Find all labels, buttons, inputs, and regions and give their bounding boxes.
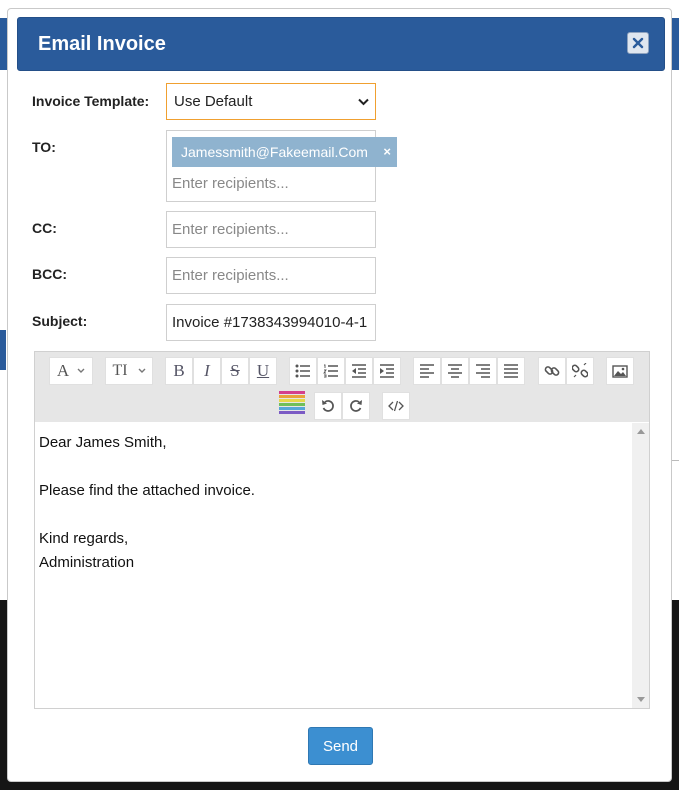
editor-toolbar: A TI B I S U <box>35 352 649 422</box>
modal-header: Email Invoice <box>17 17 665 71</box>
editor-line: Dear James Smith, <box>39 434 167 451</box>
to-field[interactable]: Jamessmith@Fakeemail.Com × Enter recipie… <box>166 130 397 202</box>
editor-line: Kind regards, <box>39 530 129 547</box>
align-right-icon <box>476 364 490 378</box>
background-sliver <box>0 330 6 370</box>
bcc-label: BCC: <box>32 266 67 282</box>
bold-button[interactable]: B <box>165 357 193 385</box>
code-view-icon <box>388 400 404 412</box>
chevron-down-icon <box>138 368 146 373</box>
bold-icon: B <box>173 361 185 380</box>
to-input[interactable]: Enter recipients... <box>172 175 289 192</box>
outdent-button[interactable] <box>345 357 373 385</box>
recipient-tag: Jamessmith@Fakeemail.Com × <box>172 137 397 167</box>
redo-icon <box>350 400 362 412</box>
font-color-icon: A <box>56 361 70 380</box>
editor-line <box>39 455 627 479</box>
template-select[interactable]: Use Default <box>166 83 376 120</box>
scroll-down-icon[interactable] <box>637 697 645 702</box>
link-icon <box>544 366 560 376</box>
link-button[interactable] <box>538 357 566 385</box>
subject-input[interactable]: Invoice #1738343994010-4-1 <box>166 304 376 341</box>
cc-input[interactable]: Enter recipients... <box>166 211 376 248</box>
numbered-list-button[interactable] <box>317 357 345 385</box>
close-icon <box>632 37 644 49</box>
bcc-input[interactable]: Enter recipients... <box>166 257 376 294</box>
font-size-icon: TI <box>112 362 128 379</box>
template-value: Use Default <box>174 93 253 110</box>
unlink-icon <box>572 363 588 378</box>
bullet-list-icon <box>295 364 310 378</box>
unlink-button[interactable] <box>566 357 594 385</box>
editor-content[interactable]: Dear James Smith, Please find the attach… <box>35 423 631 708</box>
close-button[interactable] <box>627 32 649 54</box>
template-label: Invoice Template: <box>32 93 150 109</box>
cc-label: CC: <box>32 220 57 236</box>
indent-button[interactable] <box>373 357 401 385</box>
subject-value: Invoice #1738343994010-4-1 <box>172 314 368 331</box>
underline-icon: U <box>256 361 270 380</box>
modal-title: Email Invoice <box>38 33 166 55</box>
align-left-button[interactable] <box>413 357 441 385</box>
chevron-down-icon <box>77 368 85 373</box>
redo-button[interactable] <box>342 392 370 420</box>
italic-button[interactable]: I <box>193 357 221 385</box>
to-label: TO: <box>32 139 56 155</box>
align-center-icon <box>448 364 462 378</box>
justify-icon <box>504 364 518 378</box>
indent-icon <box>380 364 394 378</box>
outdent-icon <box>352 364 366 378</box>
send-button[interactable]: Send <box>308 727 373 765</box>
bcc-placeholder: Enter recipients... <box>172 267 289 284</box>
align-left-icon <box>420 364 434 378</box>
scroll-up-icon[interactable] <box>637 429 645 434</box>
undo-button[interactable] <box>314 392 342 420</box>
rich-text-editor: A TI B I S U Dear James Smith, Please fi… <box>34 351 650 709</box>
strikethrough-icon: S <box>230 361 240 380</box>
bullet-list-button[interactable] <box>289 357 317 385</box>
italic-icon: I <box>204 361 210 380</box>
color-palette-icon <box>279 391 305 414</box>
color-palette-button[interactable] <box>279 390 305 416</box>
strikethrough-button[interactable]: S <box>221 357 249 385</box>
align-right-button[interactable] <box>469 357 497 385</box>
recipient-tag-label: Jamessmith@Fakeemail.Com <box>181 144 368 160</box>
numbered-list-icon <box>323 364 338 378</box>
align-center-button[interactable] <box>441 357 469 385</box>
editor-line: Please find the attached invoice. <box>39 482 255 499</box>
insert-image-button[interactable] <box>606 357 634 385</box>
editor-line <box>39 503 627 527</box>
cc-placeholder: Enter recipients... <box>172 221 289 238</box>
editor-line: Administration <box>39 554 135 571</box>
editor-scrollbar[interactable] <box>632 423 649 708</box>
justify-button[interactable] <box>497 357 525 385</box>
undo-icon <box>322 400 334 412</box>
font-size-button[interactable]: TI <box>105 357 153 385</box>
chevron-down-icon <box>358 98 369 105</box>
background-divider <box>672 460 679 461</box>
image-icon <box>612 364 628 378</box>
email-invoice-modal: Email Invoice Invoice Template: Use Defa… <box>7 8 672 782</box>
subject-label: Subject: <box>32 313 88 329</box>
font-color-button[interactable]: A <box>49 357 93 385</box>
underline-button[interactable]: U <box>249 357 277 385</box>
code-view-button[interactable] <box>382 392 410 420</box>
remove-recipient-icon[interactable]: × <box>383 144 391 159</box>
